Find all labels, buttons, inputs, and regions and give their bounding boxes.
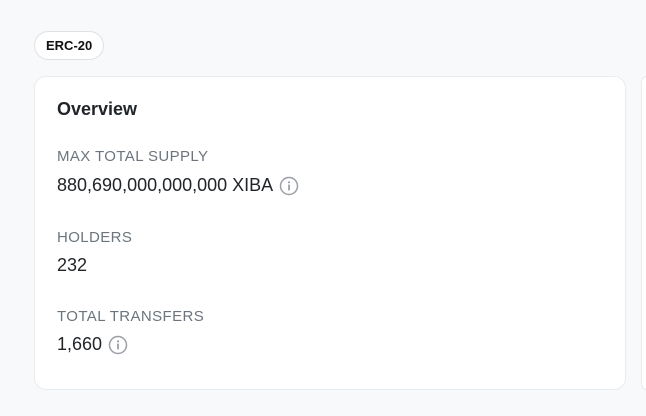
total-transfers-label: TOTAL TRANSFERS	[57, 308, 205, 325]
info-icon[interactable]	[279, 176, 299, 196]
holders-value: 232	[57, 255, 88, 275]
total-transfers-value: 1,660	[57, 334, 103, 354]
max-total-supply-value: 880,690,000,000,000 XIBA	[57, 175, 274, 195]
overview-card: Overview MAX TOTAL SUPPLY 880,690,000,00…	[34, 76, 626, 390]
info-icon[interactable]	[108, 335, 128, 355]
holders-label: HOLDERS	[57, 229, 133, 246]
total-transfers-row: 1,660	[57, 334, 128, 355]
max-total-supply-label: MAX TOTAL SUPPLY	[57, 148, 209, 165]
overview-title: Overview	[57, 99, 138, 119]
token-standard-badge: ERC-20	[34, 31, 105, 60]
max-total-supply-row: 880,690,000,000,000 XIBA	[57, 175, 299, 196]
adjacent-card-edge	[641, 76, 646, 390]
